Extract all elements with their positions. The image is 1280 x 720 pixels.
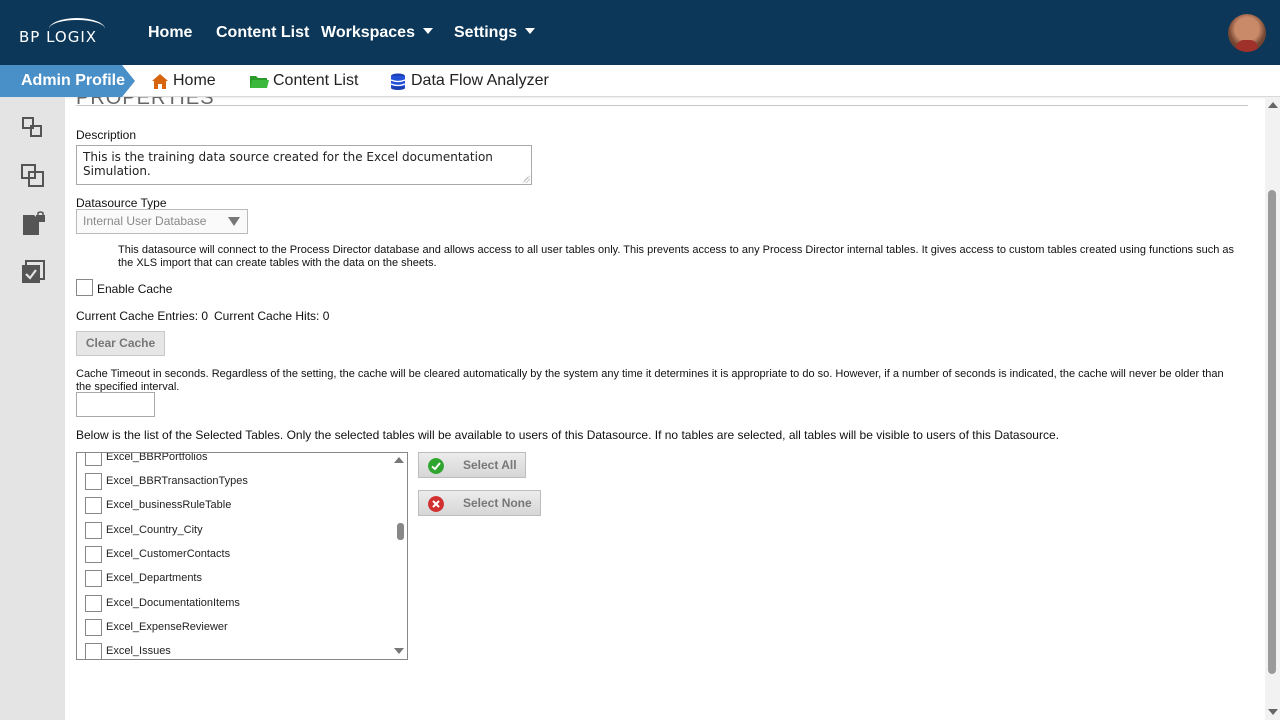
datasource-type-value: Internal User Database [83, 214, 207, 228]
table-name: Excel_businessRuleTable [106, 499, 232, 511]
datasource-type-select[interactable]: Internal User Database [76, 209, 248, 234]
database-icon [390, 73, 406, 90]
left-sidebar [0, 97, 65, 720]
nav-home[interactable]: Home [148, 24, 192, 42]
scroll-down-arrow-icon[interactable] [1268, 709, 1278, 715]
list-item[interactable]: Excel_CustomerContacts [85, 545, 230, 563]
list-item[interactable]: Excel_Departments [85, 569, 202, 587]
home-icon [152, 73, 168, 89]
cache-timeout-input[interactable] [76, 392, 155, 417]
breadcrumb-content-list[interactable]: Content List [249, 72, 358, 90]
table-checkbox[interactable] [85, 594, 102, 612]
table-checkbox[interactable] [85, 453, 102, 466]
table-checkbox[interactable] [85, 642, 102, 659]
cache-timeout-text: Cache Timeout in seconds. Regardless of … [76, 368, 1224, 393]
nav-workspaces-label: Workspaces [321, 24, 415, 41]
table-checkbox[interactable] [85, 545, 102, 563]
scroll-up-arrow-icon[interactable] [394, 457, 404, 463]
list-item[interactable]: Excel_BBRPortfolios [85, 452, 208, 466]
table-name: Excel_Issues [106, 645, 171, 657]
description-label: Description [76, 128, 137, 142]
scroll-down-arrow-icon[interactable] [394, 648, 404, 654]
page-scrollbar[interactable] [1265, 97, 1280, 720]
dropdown-arrow-icon [228, 217, 240, 226]
nav-settings[interactable]: Settings [454, 24, 536, 42]
enable-cache-checkbox[interactable] [76, 279, 93, 296]
top-navigation-bar: BP LOGIX Home Content List Workspaces Se… [0, 0, 1280, 65]
section-title: PROPERTIES [76, 97, 215, 109]
datasource-type-label: Datasource Type [76, 196, 167, 210]
list-item[interactable]: Excel_Issues [85, 642, 171, 659]
table-checkbox[interactable] [85, 618, 102, 636]
breadcrumb-content-list-label: Content List [273, 72, 359, 89]
folder-icon [250, 76, 269, 88]
main-content: PROPERTIES Description This is the train… [65, 97, 1265, 720]
copy-icon[interactable] [20, 163, 46, 189]
nav-settings-label: Settings [454, 24, 518, 41]
list-scrollbar-thumb[interactable] [397, 523, 404, 540]
lock-file-icon[interactable] [20, 211, 46, 237]
select-none-button[interactable]: Select None [418, 490, 541, 516]
breadcrumb-current[interactable]: Admin Profile [0, 65, 135, 97]
bp-logix-logo[interactable]: BP LOGIX [19, 18, 105, 46]
breadcrumb-data-flow-analyzer[interactable]: Data Flow Analyzer [389, 72, 549, 90]
list-item[interactable]: Excel_BBRTransactionTypes [85, 472, 248, 490]
table-checkbox[interactable] [85, 496, 102, 514]
description-textarea[interactable]: This is the training data source created… [76, 145, 532, 185]
chevron-down-icon [422, 27, 433, 34]
list-item[interactable]: Excel_ExpenseReviewer [85, 618, 228, 636]
page-scrollbar-thumb[interactable] [1268, 190, 1276, 674]
checkmark-icon [428, 458, 444, 474]
section-divider [76, 105, 1248, 106]
scroll-up-arrow-icon[interactable] [1268, 102, 1278, 108]
cache-entries-text: Current Cache Entries: 0 [76, 309, 209, 323]
nav-content-list[interactable]: Content List [216, 24, 309, 42]
list-item[interactable]: Excel_DocumentationItems [85, 594, 240, 612]
table-name: Excel_CustomerContacts [106, 548, 231, 560]
select-all-button[interactable]: Select All [418, 452, 526, 478]
list-item[interactable]: Excel_Country_City [85, 521, 203, 539]
selected-tables-list[interactable]: Excel_BBRPortfolios Excel_BBRTransaction… [76, 452, 408, 660]
logo-text: BP LOGIX [19, 28, 98, 46]
list-item[interactable]: Excel_businessRuleTable [85, 496, 231, 514]
table-name: Excel_ExpenseReviewer [106, 621, 228, 633]
table-name: Excel_BBRTransactionTypes [106, 475, 248, 487]
enable-cache-label: Enable Cache [97, 282, 173, 296]
cancel-icon [428, 496, 444, 512]
table-checkbox[interactable] [85, 521, 102, 539]
table-name: Excel_Departments [106, 572, 202, 584]
breadcrumb-data-flow-analyzer-label: Data Flow Analyzer [411, 72, 549, 89]
table-name: Excel_DocumentationItems [106, 597, 240, 609]
checklist-icon[interactable] [20, 259, 46, 285]
table-checkbox[interactable] [85, 569, 102, 587]
nav-workspaces[interactable]: Workspaces [321, 24, 433, 42]
clear-cache-button[interactable]: Clear Cache [76, 331, 165, 356]
user-avatar[interactable] [1228, 14, 1266, 52]
description-value: This is the training data source created… [83, 150, 493, 178]
breadcrumb-home[interactable]: Home [151, 72, 216, 90]
datasource-info-text: This datasource will connect to the Proc… [118, 244, 1235, 269]
chevron-down-icon [525, 27, 536, 34]
resize-handle[interactable] [522, 175, 530, 183]
tables-info-text: Below is the list of the Selected Tables… [76, 428, 1059, 442]
cache-hits-text: Current Cache Hits: 0 [214, 309, 330, 323]
link-icon[interactable] [20, 115, 46, 141]
table-name: Excel_BBRPortfolios [106, 452, 208, 463]
table-name: Excel_Country_City [106, 524, 203, 536]
select-none-label: Select None [463, 496, 532, 510]
select-all-label: Select All [463, 458, 517, 472]
breadcrumb-home-label: Home [173, 72, 216, 89]
breadcrumb: Admin Profile Home Content List Data Flo… [0, 65, 1280, 97]
table-checkbox[interactable] [85, 472, 102, 490]
